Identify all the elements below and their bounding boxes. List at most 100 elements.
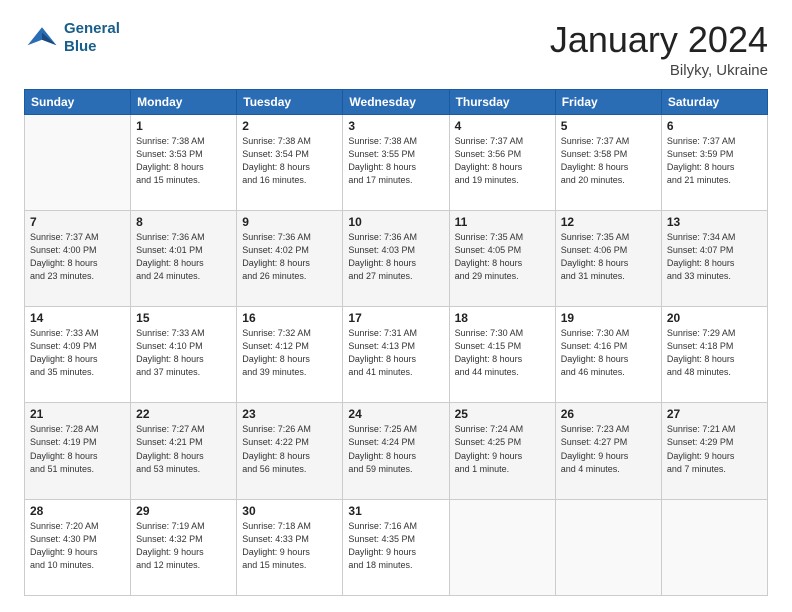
day-info: Sunrise: 7:38 AM Sunset: 3:55 PM Dayligh…	[348, 135, 443, 187]
calendar-day-cell	[661, 499, 767, 595]
day-number: 21	[30, 407, 125, 421]
day-info: Sunrise: 7:37 AM Sunset: 3:58 PM Dayligh…	[561, 135, 656, 187]
calendar-day-cell: 10 Sunrise: 7:36 AM Sunset: 4:03 PM Dayli…	[343, 210, 449, 306]
month-title: January 2024	[550, 20, 768, 60]
day-number: 22	[136, 407, 231, 421]
day-number: 4	[455, 119, 550, 133]
day-number: 17	[348, 311, 443, 325]
calendar-day-cell: 26Sunrise: 7:23 AM Sunset: 4:27 PM Dayli…	[555, 403, 661, 499]
day-number: 11	[455, 215, 550, 229]
day-info: Sunrise: 7:32 AM Sunset: 4:12 PM Dayligh…	[242, 327, 337, 379]
day-number: 19	[561, 311, 656, 325]
day-info: Sunrise: 7:33 AM Sunset: 4:09 PM Dayligh…	[30, 327, 125, 379]
calendar-week-row: 7 Sunrise: 7:37 AM Sunset: 4:00 PM Daylig…	[25, 210, 768, 306]
location-subtitle: Bilyky, Ukraine	[550, 62, 768, 79]
calendar-day-cell: 22 Sunrise: 7:27 AM Sunset: 4:21 PM Dayli…	[131, 403, 237, 499]
day-number: 14	[30, 311, 125, 325]
day-info: Sunrise: 7:33 AM Sunset: 4:10 PM Dayligh…	[136, 327, 231, 379]
logo-icon	[24, 20, 60, 56]
day-info: Sunrise: 7:38 AM Sunset: 3:53 PM Dayligh…	[136, 135, 231, 187]
calendar-day-header: Saturday	[661, 89, 767, 114]
calendar-day-cell: 8 Sunrise: 7:36 AM Sunset: 4:01 PM Daylig…	[131, 210, 237, 306]
day-number: 5	[561, 119, 656, 133]
day-info: Sunrise: 7:29 AM Sunset: 4:18 PM Dayligh…	[667, 327, 762, 379]
day-number: 23	[242, 407, 337, 421]
day-number: 15	[136, 311, 231, 325]
day-number: 16	[242, 311, 337, 325]
calendar-day-cell: 31 Sunrise: 7:16 AM Sunset: 4:35 PM Dayli…	[343, 499, 449, 595]
calendar-day-cell: 2 Sunrise: 7:38 AM Sunset: 3:54 PM Daylig…	[237, 114, 343, 210]
calendar-day-cell: 12 Sunrise: 7:35 AM Sunset: 4:06 PM Dayli…	[555, 210, 661, 306]
day-info: Sunrise: 7:21 AM Sunset: 4:29 PM Dayligh…	[667, 423, 762, 475]
day-number: 29	[136, 504, 231, 518]
calendar-day-header: Sunday	[25, 89, 131, 114]
day-number: 12	[561, 215, 656, 229]
day-info: Sunrise: 7:37 AM Sunset: 4:00 PM Dayligh…	[30, 231, 125, 283]
calendar-day-cell: 6Sunrise: 7:37 AM Sunset: 3:59 PM Daylig…	[661, 114, 767, 210]
day-number: 30	[242, 504, 337, 518]
day-info: Sunrise: 7:30 AM Sunset: 4:16 PM Dayligh…	[561, 327, 656, 379]
calendar-day-cell: 24 Sunrise: 7:25 AM Sunset: 4:24 PM Dayli…	[343, 403, 449, 499]
day-number: 10	[348, 215, 443, 229]
day-info: Sunrise: 7:27 AM Sunset: 4:21 PM Dayligh…	[136, 423, 231, 475]
day-info: Sunrise: 7:38 AM Sunset: 3:54 PM Dayligh…	[242, 135, 337, 187]
day-number: 13	[667, 215, 762, 229]
calendar-day-cell: 25 Sunrise: 7:24 AM Sunset: 4:25 PM Dayli…	[449, 403, 555, 499]
calendar-day-cell: 14 Sunrise: 7:33 AM Sunset: 4:09 PM Dayli…	[25, 307, 131, 403]
day-info: Sunrise: 7:25 AM Sunset: 4:24 PM Dayligh…	[348, 423, 443, 475]
calendar-day-header: Wednesday	[343, 89, 449, 114]
day-number: 27	[667, 407, 762, 421]
day-number: 9	[242, 215, 337, 229]
day-number: 20	[667, 311, 762, 325]
calendar-day-cell: 30 Sunrise: 7:18 AM Sunset: 4:33 PM Dayli…	[237, 499, 343, 595]
calendar-day-cell: 4 Sunrise: 7:37 AM Sunset: 3:56 PM Daylig…	[449, 114, 555, 210]
day-number: 7	[30, 215, 125, 229]
calendar-day-cell: 1 Sunrise: 7:38 AM Sunset: 3:53 PM Daylig…	[131, 114, 237, 210]
day-number: 31	[348, 504, 443, 518]
calendar-day-cell: 29Sunrise: 7:19 AM Sunset: 4:32 PM Dayli…	[131, 499, 237, 595]
day-info: Sunrise: 7:36 AM Sunset: 4:01 PM Dayligh…	[136, 231, 231, 283]
day-number: 2	[242, 119, 337, 133]
calendar-day-cell: 19 Sunrise: 7:30 AM Sunset: 4:16 PM Dayli…	[555, 307, 661, 403]
day-number: 6	[667, 119, 762, 133]
day-info: Sunrise: 7:18 AM Sunset: 4:33 PM Dayligh…	[242, 520, 337, 572]
calendar-week-row: 28 Sunrise: 7:20 AM Sunset: 4:30 PM Dayli…	[25, 499, 768, 595]
day-number: 8	[136, 215, 231, 229]
logo-text: General Blue	[64, 20, 120, 56]
day-number: 18	[455, 311, 550, 325]
day-number: 1	[136, 119, 231, 133]
day-info: Sunrise: 7:36 AM Sunset: 4:03 PM Dayligh…	[348, 231, 443, 283]
day-info: Sunrise: 7:31 AM Sunset: 4:13 PM Dayligh…	[348, 327, 443, 379]
calendar-day-cell: 5 Sunrise: 7:37 AM Sunset: 3:58 PM Daylig…	[555, 114, 661, 210]
day-info: Sunrise: 7:36 AM Sunset: 4:02 PM Dayligh…	[242, 231, 337, 283]
day-number: 28	[30, 504, 125, 518]
day-number: 24	[348, 407, 443, 421]
calendar-day-header: Monday	[131, 89, 237, 114]
day-info: Sunrise: 7:37 AM Sunset: 3:56 PM Dayligh…	[455, 135, 550, 187]
calendar-day-cell: 3 Sunrise: 7:38 AM Sunset: 3:55 PM Daylig…	[343, 114, 449, 210]
day-number: 25	[455, 407, 550, 421]
day-info: Sunrise: 7:35 AM Sunset: 4:06 PM Dayligh…	[561, 231, 656, 283]
calendar-day-cell	[449, 499, 555, 595]
day-number: 3	[348, 119, 443, 133]
calendar-day-cell: 7 Sunrise: 7:37 AM Sunset: 4:00 PM Daylig…	[25, 210, 131, 306]
calendar-day-header: Thursday	[449, 89, 555, 114]
calendar-day-cell: 21Sunrise: 7:28 AM Sunset: 4:19 PM Dayli…	[25, 403, 131, 499]
calendar-day-cell	[25, 114, 131, 210]
day-info: Sunrise: 7:26 AM Sunset: 4:22 PM Dayligh…	[242, 423, 337, 475]
calendar-day-header: Friday	[555, 89, 661, 114]
day-info: Sunrise: 7:23 AM Sunset: 4:27 PM Dayligh…	[561, 423, 656, 475]
day-info: Sunrise: 7:35 AM Sunset: 4:05 PM Dayligh…	[455, 231, 550, 283]
calendar-day-cell: 13Sunrise: 7:34 AM Sunset: 4:07 PM Dayli…	[661, 210, 767, 306]
calendar-day-cell: 23 Sunrise: 7:26 AM Sunset: 4:22 PM Dayli…	[237, 403, 343, 499]
calendar-table: SundayMondayTuesdayWednesdayThursdayFrid…	[24, 89, 768, 596]
calendar-day-cell	[555, 499, 661, 595]
calendar-day-cell: 17 Sunrise: 7:31 AM Sunset: 4:13 PM Dayli…	[343, 307, 449, 403]
day-info: Sunrise: 7:16 AM Sunset: 4:35 PM Dayligh…	[348, 520, 443, 572]
day-info: Sunrise: 7:30 AM Sunset: 4:15 PM Dayligh…	[455, 327, 550, 379]
calendar-day-cell: 18 Sunrise: 7:30 AM Sunset: 4:15 PM Dayli…	[449, 307, 555, 403]
day-info: Sunrise: 7:24 AM Sunset: 4:25 PM Dayligh…	[455, 423, 550, 475]
calendar-day-cell: 11 Sunrise: 7:35 AM Sunset: 4:05 PM Dayli…	[449, 210, 555, 306]
day-info: Sunrise: 7:20 AM Sunset: 4:30 PM Dayligh…	[30, 520, 125, 572]
calendar-week-row: 1 Sunrise: 7:38 AM Sunset: 3:53 PM Daylig…	[25, 114, 768, 210]
